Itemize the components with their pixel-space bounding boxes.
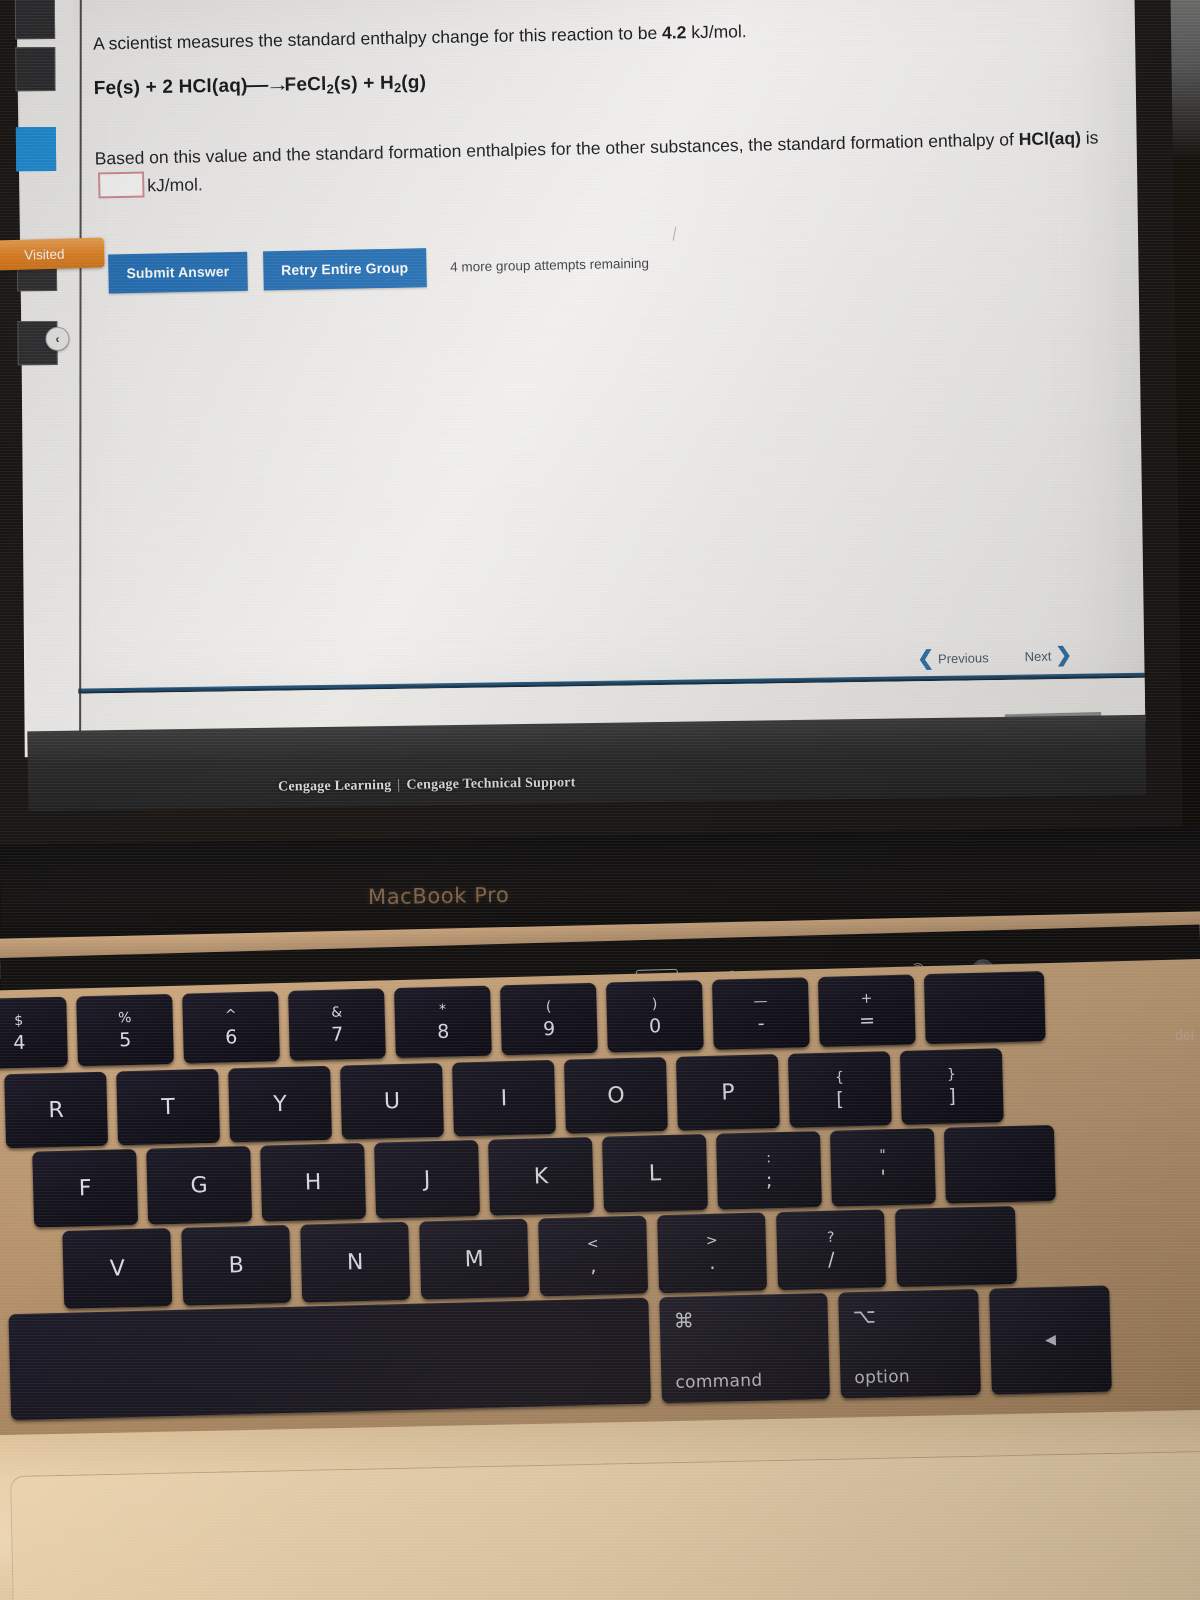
key-0[interactable]: ) 0 [605,980,704,1053]
key-delete[interactable] [923,971,1046,1045]
key-y[interactable]: Y [228,1065,333,1143]
key-shift-right[interactable] [895,1205,1018,1288]
key-quote[interactable]: " ' [829,1128,936,1207]
next-label: Next [1024,648,1052,664]
equation-right-c: (g) [401,71,427,94]
visited-badge: Visited [0,237,105,271]
key-8[interactable]: * 8 [394,985,492,1059]
key-minus[interactable]: — - [711,977,810,1050]
equation-left: Fe(s) + 2 HCl(aq) [93,74,248,99]
key-v[interactable]: V [62,1228,173,1309]
key-h[interactable]: H [260,1142,367,1222]
cengage-footer: Cengage Learning | Cengage Technical Suppo… [278,775,576,795]
key-space[interactable] [8,1297,652,1421]
sidebar-question-tile[interactable] [15,46,56,92]
key-return[interactable] [943,1124,1056,1204]
equation-right-b: (s) + H [333,72,395,95]
enthalpy-value: 4.2 [661,22,687,43]
sidebar-question-tile[interactable] [14,0,56,40]
key-7[interactable]: & 7 [288,988,386,1061]
key-comma[interactable]: <, [538,1215,649,1297]
prompt-is: is [1080,127,1099,149]
screenshot-root: Use the References to access important v… [0,0,1200,1600]
chevron-left-icon: ❮ [917,647,935,670]
key-p[interactable]: P [675,1054,780,1131]
key-n[interactable]: N [300,1221,411,1303]
physical-keyboard: $4 % 5 ^ 6 & 7 * 8 (9 ) 0 — - + = R T Y U I O P… [0,957,1200,1452]
page-navigation: ❮ Previous Next ❯ [917,644,1073,670]
key-bracket-right[interactable]: }] [899,1048,1004,1125]
cengage-support-link[interactable]: Cengage Technical Support [406,775,575,793]
reaction-arrow-icon: —→ [244,74,287,97]
key-semicolon[interactable]: :; [715,1131,822,1210]
key-l[interactable]: L [602,1133,708,1213]
key-f[interactable]: F [32,1148,139,1228]
unit-label: kJ/mol. [147,174,203,196]
previous-label: Previous [938,649,989,666]
key-period[interactable]: >. [657,1212,768,1294]
key-r[interactable]: R [4,1071,109,1149]
option-label: option [854,1366,911,1389]
key-bracket-left[interactable]: {[ [787,1051,892,1128]
command-icon: ⌘ [673,1308,695,1333]
key-g[interactable]: G [146,1145,253,1225]
key-4[interactable]: $4 [0,996,68,1070]
substance-label: HCl(aq) [1018,128,1082,150]
question-sidebar [14,0,79,758]
key-j[interactable]: J [374,1139,481,1219]
laptop-screen: Use the References to access important v… [0,0,1193,852]
sidebar-question-tile-active[interactable] [15,126,57,172]
screen-speck [672,226,677,241]
key-slash[interactable]: ? / [776,1209,887,1291]
key-o[interactable]: O [563,1057,668,1134]
key-option[interactable]: ⌥ option [838,1288,981,1399]
arrow-left-icon: ◀ [1044,1331,1057,1349]
chemical-equation: Fe(s) + 2 HCl(aq)—→FeCl2(s) + H2(g) [94,58,1154,100]
answer-input[interactable] [97,171,145,199]
footer-separator: | [397,777,401,793]
key-9[interactable]: (9 [500,982,598,1056]
action-buttons: Submit Answer Retry Entire Group 4 more … [108,244,649,294]
key-delete-label: del [1175,1026,1195,1044]
question-statement: A scientist measures the standard enthal… [93,12,1153,56]
equation-right-a: FeCl [284,73,327,96]
attempts-remaining-text: 4 more group attempts remaining [450,255,650,275]
statement-suffix: kJ/mol. [686,21,747,43]
key-u[interactable]: U [340,1062,444,1140]
prompt-text: Based on this value and the standard for… [94,129,1019,169]
sidebar-divider-line [79,0,82,741]
command-label: command [675,1370,763,1393]
key-5[interactable]: % 5 [76,993,174,1067]
key-k[interactable]: K [488,1136,595,1216]
key-m[interactable]: M [419,1218,530,1300]
key-equals[interactable]: + = [817,974,916,1047]
cengage-learning-link[interactable]: Cengage Learning [278,778,391,795]
statement-prefix: A scientist measures the standard enthal… [92,22,663,54]
question-prompt: Based on this value and the standard for… [94,124,1145,200]
chevron-right-icon: ❯ [1055,644,1073,667]
previous-link[interactable]: ❮ Previous [917,647,989,670]
macbook-pro-branding: MacBook Pro [367,882,510,910]
next-link[interactable]: Next ❯ [1024,644,1073,667]
key-6[interactable]: ^ 6 [182,991,280,1064]
key-t[interactable]: T [116,1068,221,1146]
key-arrow-left[interactable]: ◀ [989,1285,1112,1395]
key-b[interactable]: B [181,1224,292,1306]
option-icon: ⌥ [852,1303,877,1329]
question-body: A scientist measures the standard enthal… [93,12,1155,200]
key-i[interactable]: I [452,1059,556,1137]
webpage-canvas: Use the References to access important v… [0,0,1146,758]
screen-footer-bar: Cengage Learning | Cengage Technical Suppo… [27,714,1147,812]
key-command[interactable]: ⌘ command [659,1292,830,1404]
submit-answer-button[interactable]: Submit Answer [108,251,248,294]
retry-entire-group-button[interactable]: Retry Entire Group [262,248,427,291]
